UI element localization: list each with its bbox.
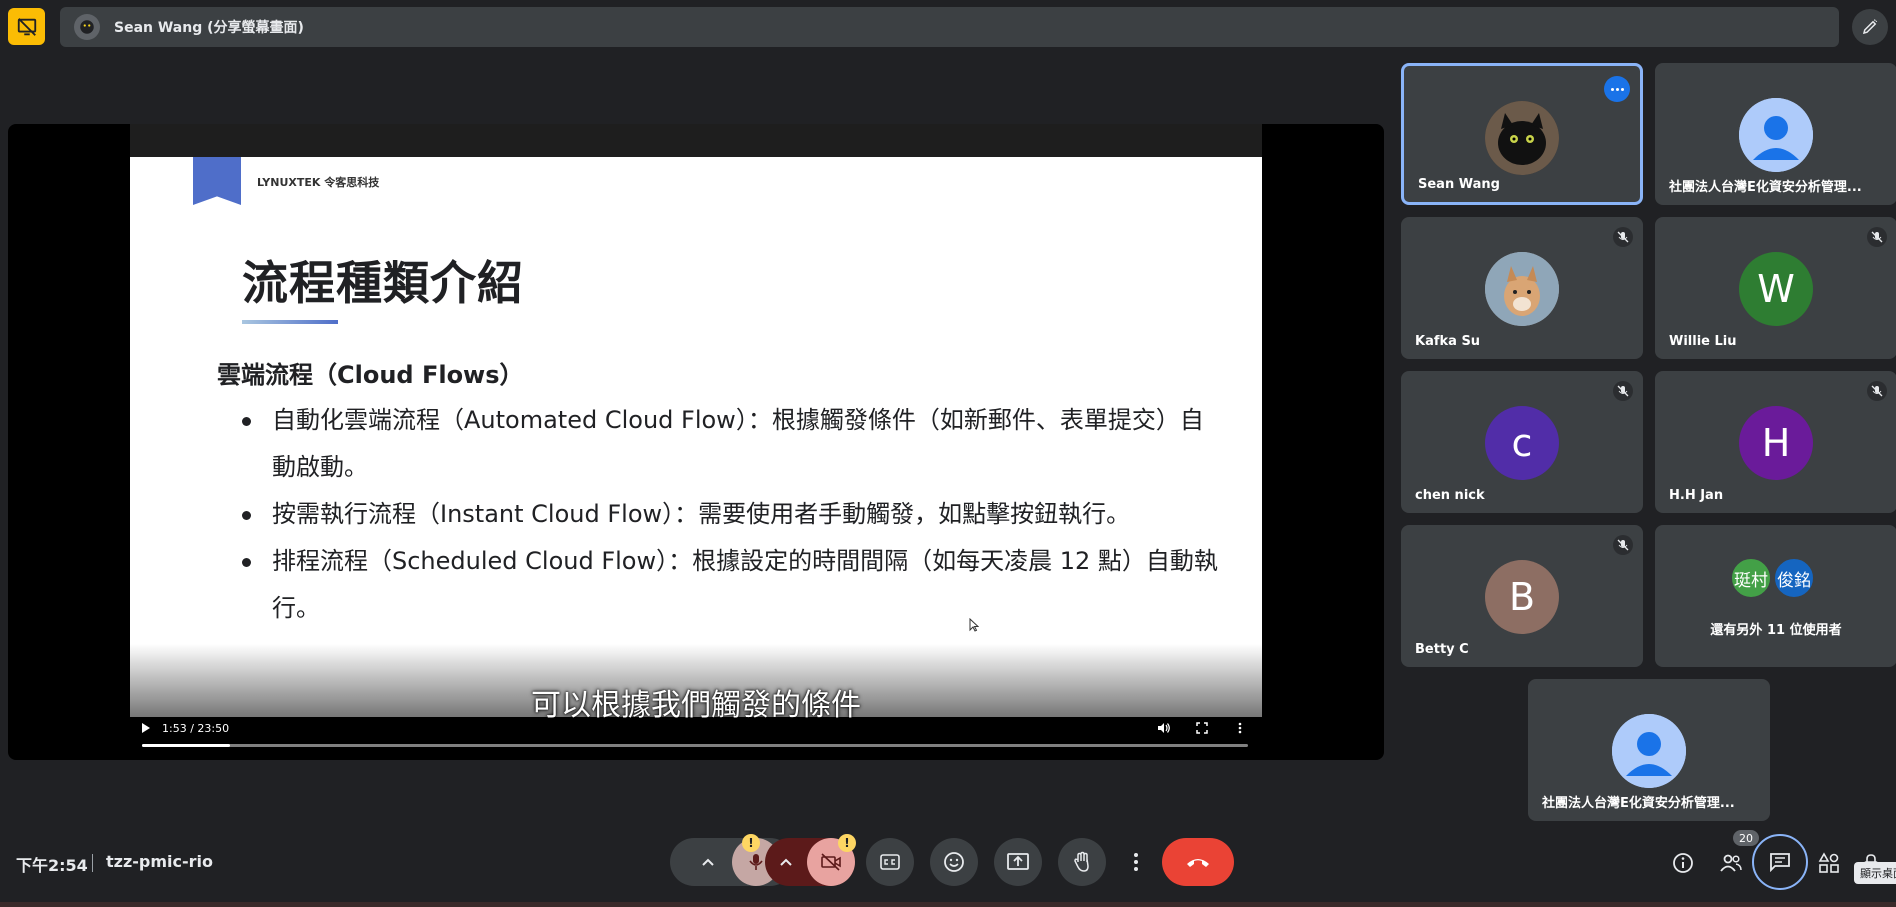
captions-button[interactable]: [866, 838, 914, 886]
participant-avatar: c: [1485, 406, 1559, 480]
participant-name: 社團法人台灣E化資安分析管理...: [1542, 796, 1735, 811]
more-options-button[interactable]: [1122, 838, 1150, 886]
video-player[interactable]: LYNUXTEK 令客思科技 流程種類介紹 雲端流程（Cloud Flows） …: [130, 124, 1262, 760]
others-tile[interactable]: 珽村 俊銘 還有另外 11 位使用者: [1655, 525, 1896, 667]
present-icon: [1007, 853, 1029, 870]
meeting-info-button[interactable]: [1663, 843, 1703, 883]
mic-off-icon: [1613, 535, 1633, 555]
mouse-cursor-icon: [969, 618, 979, 632]
slide-section-heading: 雲端流程（Cloud Flows）: [217, 361, 524, 389]
hang-up-icon: [1187, 859, 1209, 867]
info-icon: [1673, 853, 1693, 873]
slide-content: LYNUXTEK 令客思科技 流程種類介紹 雲端流程（Cloud Flows） …: [130, 157, 1262, 717]
participant-tile[interactable]: B Betty C: [1401, 525, 1643, 667]
mic-alert-badge: !: [742, 834, 760, 852]
participant-name: Willie Liu: [1669, 334, 1737, 349]
people-count-badge: 20: [1733, 830, 1759, 846]
participant-tile[interactable]: c chen nick: [1401, 371, 1643, 513]
slide-bullet: 排程流程（Scheduled Cloud Flow）：根據設定的時間間隔（如每天…: [242, 538, 1222, 632]
participant-tile[interactable]: W Willie Liu: [1655, 217, 1896, 359]
hand-icon: [1074, 851, 1089, 872]
slide-title: 流程種類介紹: [242, 256, 524, 310]
more-options-icon[interactable]: [1604, 76, 1630, 102]
mic-icon: [749, 854, 763, 870]
show-desktop-tooltip: 顯示桌面: [1854, 862, 1896, 884]
divider: [92, 854, 93, 872]
participant-avatar: [1485, 252, 1559, 326]
presentation-stage: LYNUXTEK 令客思科技 流程種類介紹 雲端流程（Cloud Flows） …: [8, 124, 1384, 760]
camera-alert-badge: !: [838, 834, 856, 852]
video-top-band: [130, 124, 1262, 157]
slide-bullet: 自動化雲端流程（Automated Cloud Flow）：根據觸發條件（如新郵…: [242, 397, 1222, 491]
slide-bullet: 按需執行流程（Instant Cloud Flow）：需要使用者手動觸發，如點擊…: [242, 491, 1222, 538]
others-count-text: 還有另外 11 位使用者: [1710, 623, 1842, 638]
clock: 下午2:54: [16, 856, 88, 875]
presenter-bar: Sean Wang (分享螢幕畫面): [60, 7, 1839, 47]
participant-tile[interactable]: 社團法人台灣E化資安分析管理...: [1528, 679, 1770, 821]
fullscreen-icon[interactable]: [1192, 720, 1212, 736]
video-progress-fill: [142, 744, 231, 747]
participant-name: Kafka Su: [1415, 334, 1481, 349]
camera-off-icon: [821, 853, 841, 871]
mic-off-icon: [1613, 381, 1633, 401]
video-more-icon[interactable]: [1230, 720, 1250, 736]
participant-name: H.H Jan: [1669, 488, 1724, 503]
volume-icon[interactable]: [1154, 720, 1174, 736]
other-participant-avatar: 珽村: [1730, 557, 1772, 599]
chat-button[interactable]: [1752, 834, 1808, 890]
mic-off-icon: [1613, 227, 1633, 247]
camera-options-chevron-icon[interactable]: [765, 838, 807, 886]
participant-name: Betty C: [1415, 642, 1469, 657]
default-person-avatar-icon: [1612, 714, 1686, 788]
video-controls: 1:53 / 23:50: [130, 716, 1262, 740]
participant-tile[interactable]: 社團法人台灣E化資安分析管理...: [1655, 63, 1896, 205]
activities-icon: [1818, 852, 1839, 873]
slide-ribbon-decoration: [193, 157, 241, 205]
participant-tile[interactable]: Sean Wang: [1401, 63, 1643, 205]
people-icon: [1720, 854, 1742, 872]
present-screen-button[interactable]: [994, 838, 1042, 886]
presentation-badge-icon[interactable]: [8, 8, 45, 45]
default-person-avatar-icon: [1739, 98, 1813, 172]
participant-avatar: W: [1739, 252, 1813, 326]
slide-bullet-list: 自動化雲端流程（Automated Cloud Flow）：根據觸發條件（如新郵…: [242, 397, 1222, 632]
mic-options-chevron-icon[interactable]: [684, 838, 732, 886]
video-time: 1:53 / 23:50: [162, 721, 230, 735]
mic-off-icon: [1867, 227, 1887, 247]
participant-tile[interactable]: Kafka Su: [1401, 217, 1643, 359]
people-button[interactable]: [1711, 843, 1751, 883]
captions-icon: [880, 854, 900, 870]
chat-icon: [1770, 853, 1790, 872]
play-icon[interactable]: [142, 723, 150, 733]
activities-button[interactable]: [1809, 843, 1849, 883]
end-call-button[interactable]: [1162, 838, 1234, 886]
participant-name: Sean Wang: [1418, 177, 1500, 192]
emoji-reaction-button[interactable]: [930, 838, 978, 886]
participant-name: chen nick: [1415, 488, 1485, 503]
meeting-code: tzz-pmic-rio: [106, 852, 214, 871]
title-underline: [242, 320, 338, 324]
video-progress-bar[interactable]: [142, 744, 1248, 747]
emoji-icon: [944, 852, 964, 872]
presenter-title: Sean Wang (分享螢幕畫面): [114, 20, 304, 36]
participant-tile[interactable]: H H.H Jan: [1655, 371, 1896, 513]
participant-avatar: [1485, 101, 1559, 175]
taskbar-edge: [0, 902, 1896, 907]
annotate-pen-icon[interactable]: [1852, 9, 1888, 45]
participant-avatar: H: [1739, 406, 1813, 480]
mic-off-icon: [1867, 381, 1887, 401]
presenter-avatar: [74, 14, 100, 40]
participant-name: 社團法人台灣E化資安分析管理...: [1669, 180, 1862, 195]
slide-brand: LYNUXTEK 令客思科技: [257, 176, 380, 189]
other-participant-avatar: 俊銘: [1773, 557, 1815, 599]
participant-avatar: B: [1485, 560, 1559, 634]
more-vert-icon: [1134, 853, 1138, 871]
raise-hand-button[interactable]: [1058, 838, 1106, 886]
